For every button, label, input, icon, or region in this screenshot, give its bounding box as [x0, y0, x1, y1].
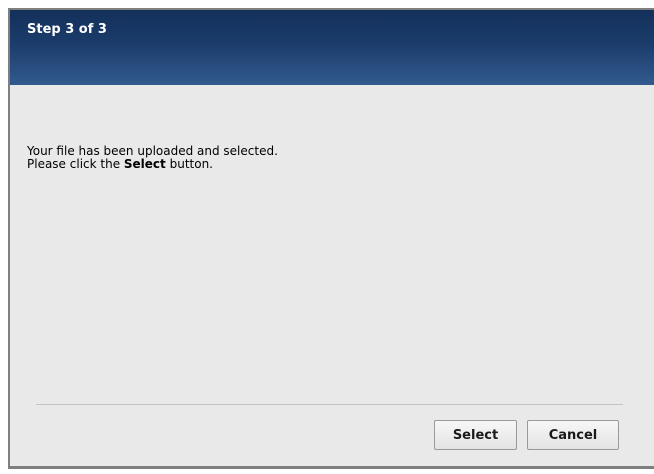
- dialog-header: Step 3 of 3: [10, 10, 654, 85]
- step-title: Step 3 of 3: [27, 22, 107, 37]
- message-line-2: Please click the Select button.: [27, 158, 278, 171]
- upload-dialog: Step 3 of 3 Your file has been uploaded …: [8, 8, 654, 469]
- select-button[interactable]: Select: [434, 420, 517, 450]
- message-line-2-prefix: Please click the: [27, 157, 124, 171]
- status-message: Your file has been uploaded and selected…: [27, 145, 278, 171]
- footer-divider: [36, 404, 623, 405]
- message-line-2-bold: Select: [123, 157, 166, 171]
- message-line-2-suffix: button.: [165, 157, 213, 171]
- cancel-button[interactable]: Cancel: [527, 420, 619, 450]
